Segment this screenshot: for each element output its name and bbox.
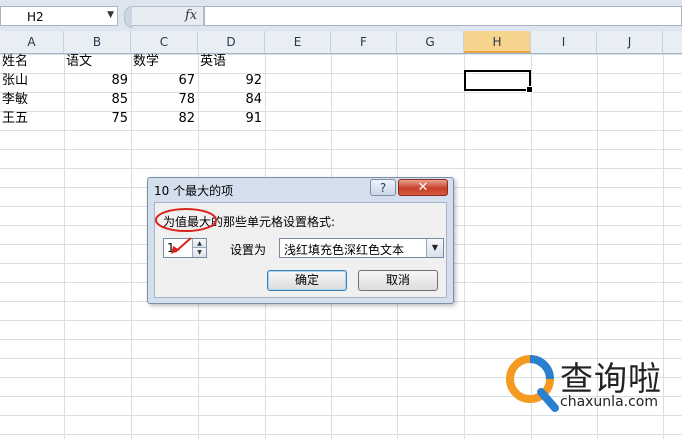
top-10-dialog: 10 个最大的项 ? ✕ 为值最大的那些单元格设置格式: 1 ▲ ▼ 设置为 浅… [147, 177, 454, 304]
selected-cell-h2[interactable] [464, 70, 533, 93]
cell-b1[interactable]: 语文 [64, 52, 131, 71]
column-header-j[interactable]: J [597, 31, 663, 53]
ok-button[interactable]: 确定 [267, 270, 347, 291]
cell-c3[interactable]: 78 [131, 90, 198, 109]
stepper-down-icon[interactable]: ▼ [192, 248, 206, 257]
cell-b3[interactable]: 85 [64, 90, 131, 109]
cell-c2[interactable]: 67 [131, 71, 198, 90]
dialog-body: 为值最大的那些单元格设置格式: 1 ▲ ▼ 设置为 浅红填充色深红色文本 ▼ 确… [154, 202, 447, 298]
cell-d4[interactable]: 91 [198, 109, 265, 128]
item-count-value: 1 [167, 241, 175, 255]
stepper-buttons: ▲ ▼ [192, 239, 206, 257]
cell-a2[interactable]: 张山 [0, 71, 64, 90]
column-header-f[interactable]: F [331, 31, 397, 53]
column-header-e[interactable]: E [265, 31, 331, 53]
column-header-c[interactable]: C [131, 31, 198, 53]
watermark: 查询啦 chaxunla.com [505, 352, 675, 422]
insert-function-icon[interactable]: fx [185, 8, 197, 23]
set-as-label: 设置为 [230, 243, 267, 257]
cell-a4[interactable]: 王五 [0, 109, 64, 128]
watermark-url: chaxunla.com [560, 394, 658, 410]
cell-b4[interactable]: 75 [64, 109, 131, 128]
help-button[interactable]: ? [370, 179, 396, 196]
format-select-value: 浅红填充色深红色文本 [284, 243, 405, 257]
name-box[interactable]: H2 ▼ [0, 6, 118, 26]
chevron-down-icon[interactable]: ▼ [426, 239, 443, 257]
column-header-h[interactable]: H [464, 31, 531, 53]
cancel-button[interactable]: 取消 [358, 270, 438, 291]
item-count-stepper[interactable]: 1 ▲ ▼ [163, 238, 207, 258]
column-header-k[interactable] [663, 31, 682, 53]
formula-bar: H2 ▼ fx [0, 0, 682, 32]
dialog-prompt: 为值最大的那些单元格设置格式: [163, 215, 336, 229]
name-box-dropdown-icon[interactable]: ▼ [107, 10, 114, 20]
column-header-g[interactable]: G [397, 31, 464, 53]
column-header-i[interactable]: I [531, 31, 597, 53]
cell-d2[interactable]: 92 [198, 71, 265, 90]
dialog-title: 10 个最大的项 [154, 184, 234, 198]
column-header-a[interactable]: A [0, 31, 64, 53]
cell-c4[interactable]: 82 [131, 109, 198, 128]
format-select[interactable]: 浅红填充色深红色文本 ▼ [279, 238, 444, 258]
magnifier-logo-icon [506, 355, 559, 412]
fill-handle[interactable] [526, 86, 533, 93]
cell-d3[interactable]: 84 [198, 90, 265, 109]
column-header-b[interactable]: B [64, 31, 131, 53]
column-headers: A B C D E F G H I J [0, 31, 682, 54]
cell-a3[interactable]: 李敏 [0, 90, 64, 109]
cell-d1[interactable]: 英语 [198, 52, 265, 71]
gridline [464, 54, 465, 439]
cell-a1[interactable]: 姓名 [0, 52, 64, 71]
cell-c1[interactable]: 数学 [131, 52, 198, 71]
watermark-text: 查询啦 [560, 359, 662, 398]
stepper-up-icon[interactable]: ▲ [192, 239, 206, 248]
formula-input[interactable] [204, 6, 682, 26]
column-header-d[interactable]: D [198, 31, 265, 53]
cell-b2[interactable]: 89 [64, 71, 131, 90]
name-box-value: H2 [27, 10, 44, 24]
close-button[interactable]: ✕ [398, 179, 448, 196]
